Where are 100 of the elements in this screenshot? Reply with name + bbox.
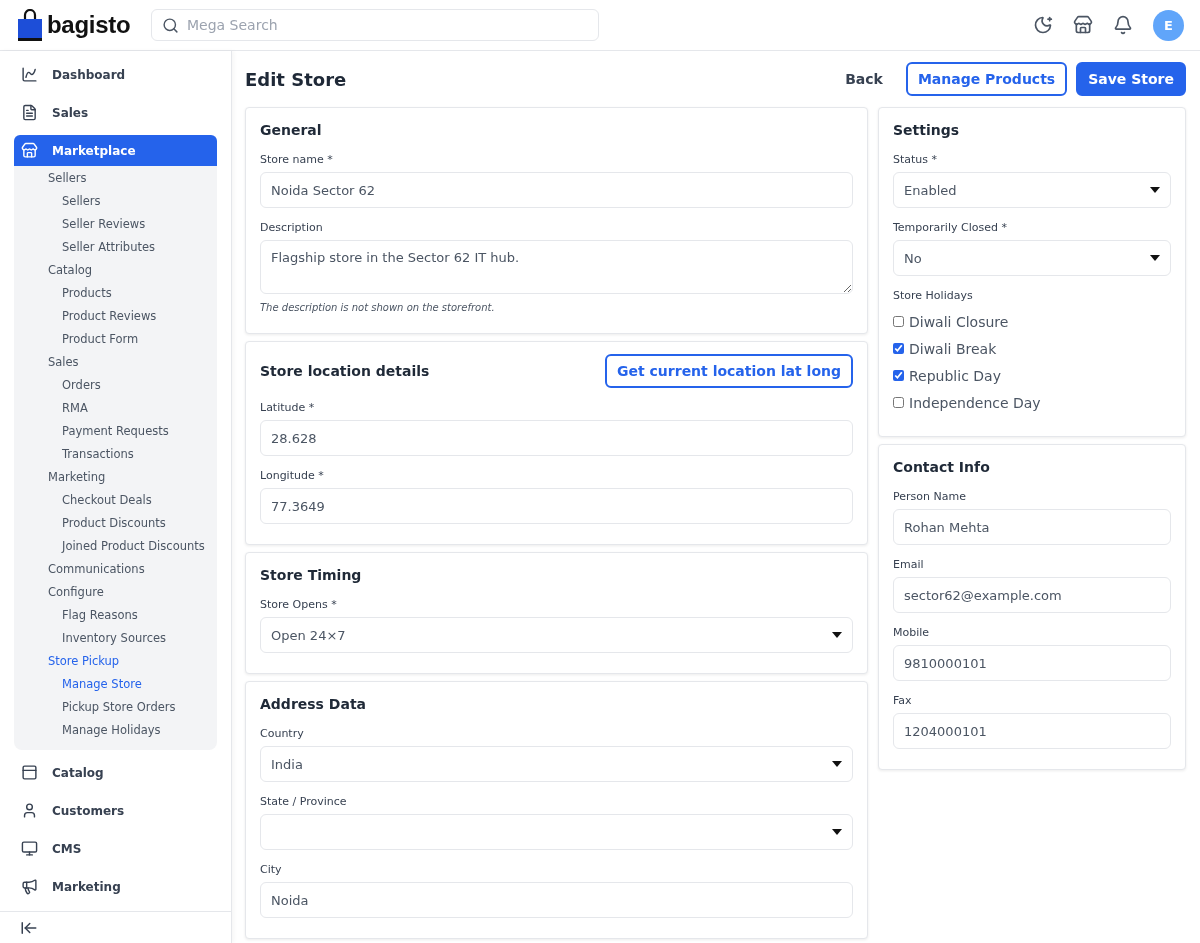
submenu-item[interactable]: Manage Store: [14, 672, 217, 695]
sidebar-item[interactable]: CMS: [14, 833, 217, 864]
caret-icon: [1150, 255, 1160, 261]
chart-icon: [21, 66, 38, 83]
checkbox[interactable]: [893, 343, 904, 354]
location-button[interactable]: Get current location lat long: [605, 354, 853, 388]
select-field[interactable]: Enabled: [893, 172, 1171, 208]
submenu-item[interactable]: Catalog: [14, 258, 217, 281]
monitor-icon: [21, 840, 38, 857]
page-title: Edit Store: [245, 68, 347, 90]
submenu-item[interactable]: Product Form: [14, 327, 217, 350]
submenu-item[interactable]: Transactions: [14, 442, 217, 465]
back-button[interactable]: Back: [831, 62, 897, 96]
submenu-item[interactable]: Marketing: [14, 465, 217, 488]
submenu-item[interactable]: Product Discounts: [14, 511, 217, 534]
input-field[interactable]: Noida Sector 62: [260, 172, 853, 208]
select-field[interactable]: No: [893, 240, 1171, 276]
caret-icon: [1150, 187, 1160, 193]
textarea-field[interactable]: Flagship store in the Sector 62 IT hub.: [260, 240, 853, 294]
field-label: Description: [260, 221, 324, 234]
submenu-item[interactable]: Product Reviews: [14, 304, 217, 327]
submenu-item[interactable]: Checkout Deals: [14, 488, 217, 511]
submenu-item[interactable]: Seller Attributes: [14, 235, 217, 258]
logo-text: bagisto: [47, 11, 131, 39]
bell-icon[interactable]: [1113, 15, 1133, 35]
field-label: City: [260, 863, 283, 876]
caret-icon: [832, 761, 842, 767]
megaphone-icon: [21, 878, 38, 895]
select-field[interactable]: India: [260, 746, 853, 782]
store-icon[interactable]: [1073, 15, 1093, 35]
submenu-item[interactable]: Seller Reviews: [14, 212, 217, 235]
submenu-item[interactable]: Payment Requests: [14, 419, 217, 442]
field-label: Store Opens *: [260, 598, 338, 611]
card-title: Contact Info: [893, 459, 990, 475]
field-label: State / Province: [260, 795, 348, 808]
moon-icon[interactable]: [1033, 15, 1053, 35]
sidebar-item[interactable]: Customers: [14, 795, 217, 826]
caret-icon: [832, 632, 842, 638]
input-field[interactable]: 1204000101: [893, 713, 1171, 749]
sidebar-item[interactable]: Sales: [14, 97, 217, 128]
field-label: Person Name: [893, 490, 967, 503]
checkbox[interactable]: [893, 370, 904, 381]
field-label: Store name *: [260, 153, 334, 166]
sidebar-item[interactable]: Catalog: [14, 757, 217, 788]
panel-icon: [21, 764, 38, 781]
checkbox[interactable]: [893, 397, 904, 408]
checkbox[interactable]: [893, 316, 904, 327]
sidebar-item[interactable]: Marketing: [14, 871, 217, 902]
field-label: Country: [260, 727, 305, 740]
card-title: Store location details: [260, 363, 430, 379]
field-label: Latitude *: [260, 401, 316, 414]
holiday-checkbox[interactable]: Independence Day: [893, 389, 1171, 416]
input-field[interactable]: Noida: [260, 882, 853, 918]
submenu-item[interactable]: Communications: [14, 557, 217, 580]
submenu-item[interactable]: Sellers: [14, 189, 217, 212]
save-button[interactable]: Save Store: [1076, 62, 1186, 96]
card-title: Address Data: [260, 696, 367, 712]
submenu-item[interactable]: Inventory Sources: [14, 626, 217, 649]
submenu-item[interactable]: RMA: [14, 396, 217, 419]
field-label: Email: [893, 558, 925, 571]
person-icon: [21, 802, 38, 819]
field-label: Store Holidays: [893, 289, 974, 302]
submenu-item[interactable]: Manage Holidays: [14, 718, 217, 741]
submenu-item[interactable]: Sellers: [14, 166, 217, 189]
holiday-checkbox[interactable]: Diwali Break: [893, 335, 1171, 362]
select-field[interactable]: [260, 814, 853, 850]
submenu-item[interactable]: Products: [14, 281, 217, 304]
select-field[interactable]: Open 24×7: [260, 617, 853, 653]
card-title: General: [260, 122, 322, 138]
submenu-item[interactable]: Joined Product Discounts: [14, 534, 217, 557]
holiday-checkbox[interactable]: Republic Day: [893, 362, 1171, 389]
submenu-item[interactable]: Pickup Store Orders: [14, 695, 217, 718]
submenu-item[interactable]: Orders: [14, 373, 217, 396]
sidebar-item[interactable]: Marketplace: [14, 135, 217, 166]
submenu-item[interactable]: Configure: [14, 580, 217, 603]
submenu-item[interactable]: Flag Reasons: [14, 603, 217, 626]
input-field[interactable]: 9810000101: [893, 645, 1171, 681]
bag-logo-icon: [18, 9, 42, 41]
holiday-checkbox[interactable]: Diwali Closure: [893, 308, 1171, 335]
field-label: Longitude *: [260, 469, 325, 482]
field-label: Status *: [893, 153, 939, 166]
search-field[interactable]: Mega Search: [151, 9, 599, 41]
field-label: Mobile: [893, 626, 931, 639]
input-field[interactable]: 28.628: [260, 420, 853, 456]
card-title: Store Timing: [260, 567, 362, 583]
document-icon: [21, 104, 38, 121]
store-icon: [21, 142, 38, 159]
input-field[interactable]: 77.3649: [260, 488, 853, 524]
sidebar-item[interactable]: Dashboard: [14, 59, 217, 90]
field-label: Fax: [893, 694, 913, 707]
card-title: Settings: [893, 122, 960, 138]
caret-icon: [832, 829, 842, 835]
submenu-item[interactable]: Sales: [14, 350, 217, 373]
search-icon: [162, 16, 179, 34]
input-field[interactable]: sector62@example.com: [893, 577, 1171, 613]
field-label: Temporarily Closed *: [893, 221, 1008, 234]
submenu-item[interactable]: Store Pickup: [14, 649, 217, 672]
hint-text: The description is not shown on the storefront.: [260, 302, 496, 313]
input-field[interactable]: Rohan Mehta: [893, 509, 1171, 545]
manage-button[interactable]: Manage Products: [905, 62, 1068, 96]
